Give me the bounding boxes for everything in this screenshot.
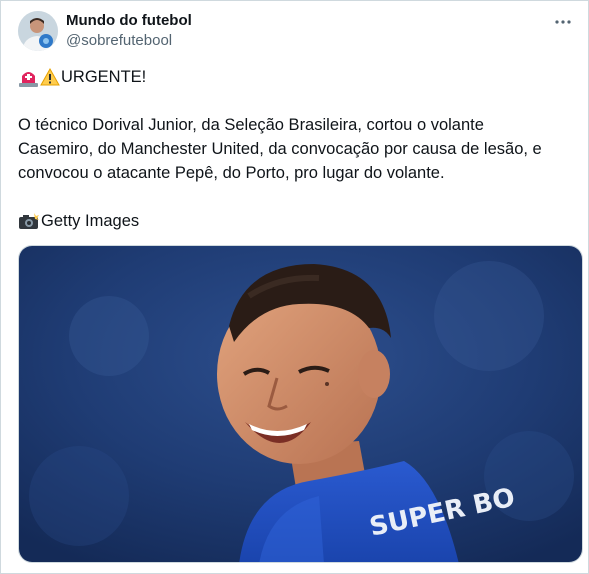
camera-flash-icon — [18, 212, 40, 230]
headline-text: URGENTE! — [61, 68, 147, 86]
siren-icon — [18, 68, 39, 87]
more-options-icon — [555, 20, 571, 24]
headline-line: URGENTE! — [18, 65, 578, 89]
body-line: convocou o atacante Pepê, do Porto, pro … — [18, 164, 445, 182]
author-info: Mundo do futebol @sobrefutebool — [66, 12, 192, 50]
body-line: O técnico Dorival Junior, da Seleção Bra… — [18, 116, 484, 134]
author-display-name[interactable]: Mundo do futebol — [66, 12, 192, 30]
author-handle[interactable]: @sobrefutebool — [66, 31, 192, 50]
tweet-photo[interactable]: SUPER BO — [18, 245, 583, 563]
credit-line: Getty Images — [18, 209, 578, 233]
warning-icon — [40, 68, 60, 86]
profile-photo-icon — [18, 11, 58, 51]
tweet-card[interactable]: Mundo do futebol @sobrefutebool URGENTE!… — [0, 0, 589, 574]
author-avatar[interactable] — [18, 11, 58, 51]
more-options-button[interactable] — [552, 13, 574, 31]
body-line: Casemiro, do Manchester United, da convo… — [18, 140, 542, 158]
tweet-text: URGENTE! O técnico Dorival Junior, da Se… — [18, 65, 578, 233]
player-photo: SUPER BO — [19, 246, 582, 562]
photo-credit: Getty Images — [41, 212, 140, 230]
